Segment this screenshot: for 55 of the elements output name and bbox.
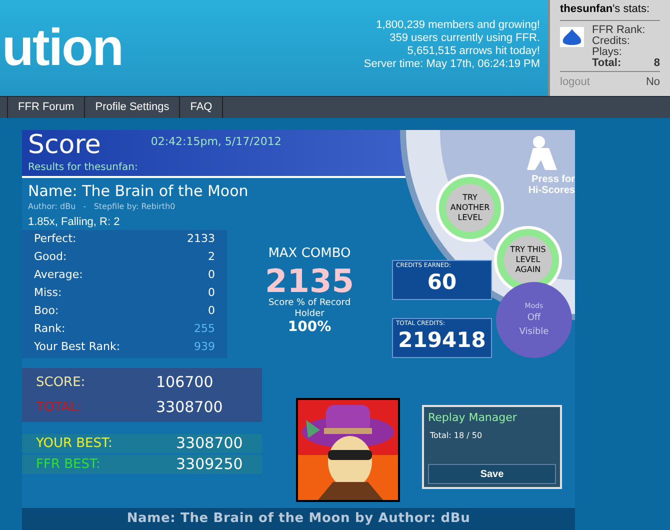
judgement-value: 0: [208, 302, 215, 319]
best-label: YOUR BEST:: [36, 434, 114, 453]
judgement-label: Average:: [34, 266, 83, 283]
site-stat: 359 users currently using FFR.: [390, 32, 540, 45]
score-label: TOTAL:: [36, 398, 83, 417]
timestamp: 02:42:15pm, 5/17/2012: [150, 134, 282, 150]
best-value: 3309250: [176, 454, 243, 476]
results-label: Results for thesunfan:: [28, 161, 139, 175]
author-line: Author: dBu - Stepfile by: Rebirth0: [28, 201, 176, 213]
site-stat: Server time: May 17th, 06:24:19 PM: [364, 58, 540, 71]
credits-value: 60: [426, 270, 458, 294]
score-label: SCORE:: [36, 374, 86, 392]
judgement-label: Good:: [34, 248, 67, 265]
judgement-value: 2133: [187, 230, 215, 247]
stats-heading: thesunfan's stats:: [560, 1, 660, 20]
judgement-value: 2: [208, 248, 215, 265]
record-label: Score % of Record Holder: [267, 298, 352, 320]
best-label: FFR BEST:: [36, 456, 102, 474]
judgement-label: Your Best Rank:: [34, 338, 120, 355]
site-stat: 1,800,239 members and growing!: [376, 19, 540, 32]
score-title: Score: [28, 130, 101, 160]
stat-label: Total:: [592, 58, 622, 68]
judgement-label: Perfect:: [34, 230, 76, 247]
mods-value: Off: [527, 312, 541, 326]
judgement-value: 939: [194, 338, 215, 355]
stat-label: Credits:: [592, 36, 630, 46]
site-logo: ution: [2, 22, 123, 74]
best-value: 3308700: [176, 433, 243, 454]
online-status: No: [646, 74, 660, 90]
max-combo-label: MAX COMBO: [268, 245, 351, 263]
judgement-value: 0: [208, 284, 215, 301]
replay-total: Total: 18 / 50: [430, 430, 484, 442]
footer-song: Name: The Brain of the Moon by Author: dBu: [126, 510, 470, 528]
judgement-value: 0: [208, 266, 215, 283]
judgement-label: Rank:: [34, 320, 66, 337]
replay-title: Replay Manager: [428, 410, 518, 426]
score-value: 3308700: [156, 397, 223, 418]
nav-tab[interactable]: FFR Forum: [8, 97, 86, 118]
save-button[interactable]: Save: [428, 464, 556, 484]
judgement-label: Boo:: [34, 302, 59, 319]
mods-value: Visible: [519, 326, 549, 340]
credits-value: 219418: [397, 328, 487, 352]
play-settings: 1.85x, Falling, R: 2: [28, 215, 120, 230]
stat-label: Plays:: [592, 46, 622, 58]
judgement-value: 255: [194, 320, 215, 337]
stat-label: FFR Rank:: [592, 24, 646, 36]
nav-tab[interactable]: Profile Settings: [85, 97, 180, 118]
stat-value: 8: [654, 58, 660, 68]
song-name: Name: The Brain of the Moon: [28, 182, 248, 200]
nav-tab[interactable]: FAQ: [180, 97, 224, 118]
site-stat: 5,651,515 arrows hit today!: [407, 45, 540, 58]
score-value: 106700: [156, 372, 214, 394]
max-combo-value: 2135: [264, 264, 354, 298]
record-percent: 100%: [288, 320, 332, 334]
judgement-label: Miss:: [34, 284, 62, 301]
